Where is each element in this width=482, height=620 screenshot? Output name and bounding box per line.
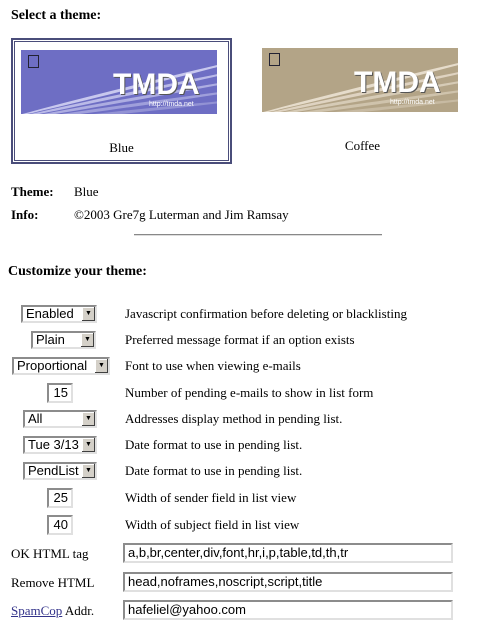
tmda-logo-text: TMDA <box>113 68 200 101</box>
coffee-theme-thumbnail: TMDA http://tmda.net <box>262 48 458 112</box>
address-display-select[interactable]: All ▼ <box>23 410 97 428</box>
sender-width-input[interactable]: 25 <box>47 488 73 508</box>
remove-html-label: Remove HTML <box>11 575 95 590</box>
logo-square-icon <box>28 55 39 68</box>
spamcop-addr-label: Addr. <box>64 603 95 618</box>
dropdown-arrow-icon[interactable]: ▼ <box>81 464 95 478</box>
tmda-logo-url: http://tmda.net <box>390 99 435 106</box>
dropdown-arrow-icon[interactable]: ▼ <box>94 359 108 373</box>
date-format-select[interactable]: Tue 3/13 ▼ <box>23 436 97 454</box>
pendlist-format-select[interactable]: PendList ▼ <box>23 462 97 480</box>
dropdown-arrow-icon[interactable]: ▼ <box>81 438 95 452</box>
customize-theme-heading: Customize your theme: <box>8 264 147 279</box>
select-value: Plain <box>36 332 65 347</box>
spamcop-label: SpamCop Addr. <box>11 603 94 619</box>
email-font-select[interactable]: Proportional ▼ <box>12 357 110 375</box>
theme-name-coffee: Coffee <box>344 138 381 153</box>
tmda-logo-text: TMDA <box>354 66 441 99</box>
theme-name-blue: Blue <box>109 140 134 155</box>
blue-theme-thumbnail: TMDA http://tmda.net <box>21 50 217 114</box>
select-value: PendList <box>28 463 79 478</box>
pendlist-format-desc: Date format to use in pending list. <box>125 463 303 478</box>
ok-html-input[interactable]: a,b,br,center,div,font,hr,i,p,table,td,t… <box>123 543 453 563</box>
subject-width-input[interactable]: 40 <box>47 515 73 535</box>
info-label: Info: <box>11 207 39 222</box>
info-value: ©2003 Gre7g Luterman and Jim Ramsay <box>74 207 289 222</box>
dropdown-arrow-icon[interactable]: ▼ <box>81 412 95 426</box>
spamcop-link[interactable]: SpamCop <box>11 603 62 618</box>
logo-square-icon <box>269 53 280 66</box>
remove-html-input[interactable]: head,noframes,noscript,script,title <box>123 572 453 592</box>
select-value: All <box>28 411 43 426</box>
message-format-select[interactable]: Plain ▼ <box>31 331 96 349</box>
theme-option-blue[interactable]: TMDA http://tmda.net Blue <box>11 38 232 164</box>
select-value: Proportional <box>17 358 88 373</box>
tmda-logo-url: http://tmda.net <box>149 101 194 108</box>
dropdown-arrow-icon[interactable]: ▼ <box>80 333 94 347</box>
message-format-desc: Preferred message format if an option ex… <box>125 332 355 347</box>
spamcop-address-input[interactable]: hafeliel@yahoo.com <box>123 600 453 620</box>
pending-count-desc: Number of pending e-mails to show in lis… <box>125 385 374 400</box>
theme-option-coffee[interactable]: TMDA http://tmda.net Coffee <box>254 38 471 160</box>
js-confirmation-desc: Javascript confirmation before deleting … <box>125 306 407 321</box>
address-display-desc: Addresses display method in pending list… <box>125 411 343 426</box>
subject-width-desc: Width of subject field in list view <box>125 517 300 532</box>
dropdown-arrow-icon[interactable]: ▼ <box>81 307 95 321</box>
sender-width-desc: Width of sender field in list view <box>125 490 297 505</box>
theme-label: Theme: <box>11 184 54 199</box>
js-confirmation-select[interactable]: Enabled ▼ <box>21 305 97 323</box>
email-font-desc: Font to use when viewing e-mails <box>125 358 301 373</box>
theme-value: Blue <box>74 184 99 199</box>
select-value: Tue 3/13 <box>28 437 79 452</box>
ok-html-label: OK HTML tag <box>11 546 89 561</box>
select-theme-heading: Select a theme: <box>11 8 102 23</box>
select-value: Enabled <box>26 306 74 321</box>
pending-count-input[interactable]: 15 <box>47 383 73 403</box>
divider <box>134 234 382 236</box>
date-format-desc: Date format to use in pending list. <box>125 437 303 452</box>
